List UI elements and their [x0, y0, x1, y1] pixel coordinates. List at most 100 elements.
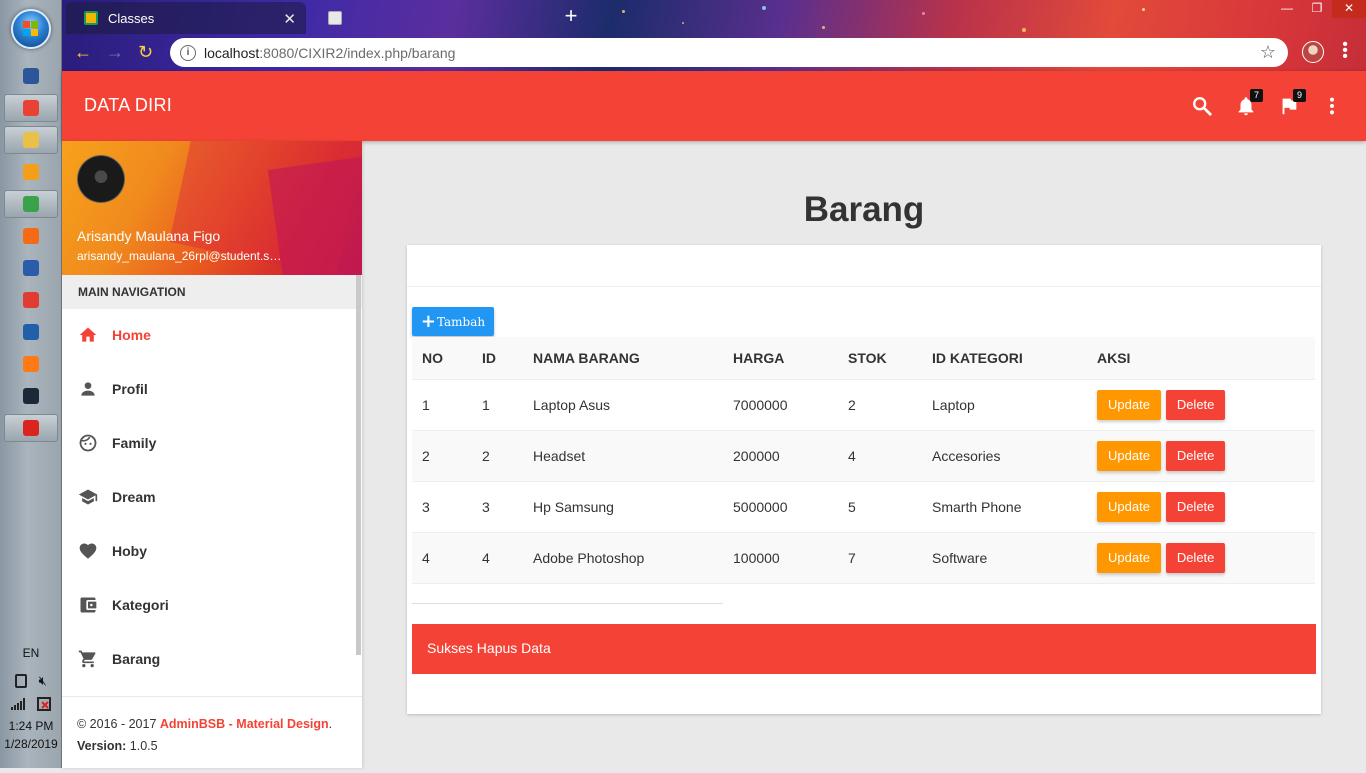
cell-aksi: Update Delete [1087, 430, 1315, 482]
taskbar-pdf-reader-button[interactable] [4, 414, 58, 442]
start-button[interactable] [11, 9, 51, 49]
cell-nama: Laptop Asus [523, 379, 723, 431]
delete-button[interactable]: Delete [1165, 491, 1226, 522]
main-navigation-header: MAIN NAVIGATION [62, 275, 362, 309]
page-title: Barang [803, 190, 925, 229]
chrome-menu-icon[interactable]: • • • [1342, 37, 1348, 65]
steam-icon [23, 388, 39, 404]
home-icon [78, 325, 98, 345]
sidebar-scrollbar[interactable] [356, 275, 361, 655]
sidebar-item-label: Profil [112, 381, 148, 397]
sidebar-item-family[interactable]: Family [62, 416, 356, 470]
react-native-icon [23, 196, 39, 212]
barang-card: + Tambah NO ID NAMA BARANG HARGA STOK ID … [407, 245, 1321, 714]
update-button[interactable]: Update [1097, 389, 1161, 420]
cell-id: 2 [472, 430, 523, 482]
close-tab-icon[interactable]: ✕ [283, 10, 296, 28]
taskbar-steam-button[interactable] [4, 382, 58, 410]
col-harga: HARGA [723, 337, 838, 380]
clock-time[interactable]: 1:24 PM [0, 719, 62, 733]
update-button[interactable]: Update [1097, 491, 1161, 522]
notifications-bell-icon[interactable]: 7 [1235, 89, 1263, 117]
back-arrow-icon[interactable]: ← [74, 42, 92, 62]
minimize-button[interactable]: — [1272, 0, 1302, 18]
tab-classes[interactable]: Classes ✕ [66, 2, 306, 34]
word-icon [23, 68, 39, 84]
graduation-cap-icon [78, 487, 98, 507]
notifications-badge: 7 [1250, 89, 1263, 102]
tray-clipboard-icon[interactable] [15, 674, 28, 688]
sidebar-item-label: Home [112, 327, 151, 343]
add-button[interactable]: + Tambah [412, 307, 494, 336]
cell-stok: 7 [838, 532, 922, 584]
card-divider [407, 286, 1321, 287]
sidebar-item-hoby[interactable]: Hoby [62, 524, 356, 578]
sidebar-item-dream[interactable]: Dream [62, 470, 356, 524]
pdf-reader-icon [23, 420, 39, 436]
cell-harga: 100000 [723, 532, 838, 584]
sidebar-item-label: Barang [112, 651, 161, 667]
cell-id: 4 [472, 532, 523, 584]
cell-no: 1 [412, 379, 472, 431]
action-center-icon[interactable] [36, 697, 51, 714]
taskbar-xampp-button[interactable] [4, 222, 58, 250]
close-window-button[interactable]: ✕ [1332, 0, 1366, 18]
taskbar-file-explorer-button[interactable] [4, 126, 58, 154]
taskbar-git-button[interactable] [4, 286, 58, 314]
new-tab-button[interactable]: + [558, 5, 584, 29]
cell-kategori: Laptop [922, 379, 1087, 431]
taskbar-firefox-button[interactable] [4, 350, 58, 378]
volume-muted-icon[interactable]: 🔇︎ [39, 673, 47, 689]
tab-second[interactable] [310, 2, 548, 34]
cell-stok: 5 [838, 481, 922, 533]
person-icon [78, 379, 98, 399]
network-signal-icon[interactable] [11, 698, 26, 713]
sublime-text-icon [23, 324, 39, 340]
taskbar-word-button[interactable] [4, 62, 58, 90]
forward-arrow-icon[interactable]: → [106, 42, 124, 62]
search-icon[interactable] [1191, 95, 1213, 117]
google-classroom-icon [84, 11, 98, 25]
table-row: 1 1 Laptop Asus 7000000 2 Laptop Update … [412, 379, 1315, 431]
windows-taskbar: EN 🔇︎ 1:24 PM 1/28/2019 [0, 0, 62, 768]
cell-aksi: Update Delete [1087, 379, 1315, 431]
app-brand[interactable]: DATA DIRI [84, 95, 172, 116]
more-vert-icon[interactable] [1321, 95, 1343, 117]
cell-id: 1 [472, 379, 523, 431]
restore-button[interactable]: ❐ [1302, 0, 1332, 18]
sidebar-item-home[interactable]: Home [62, 308, 356, 362]
col-no: NO [412, 337, 472, 380]
update-button[interactable]: Update [1097, 542, 1161, 573]
adminbsb-link[interactable]: AdminBSB - Material Design [160, 717, 329, 731]
taskbar-media-player-button[interactable] [4, 158, 58, 186]
bookmark-star-icon[interactable]: ☆ [1260, 42, 1276, 63]
flag-icon[interactable]: 9 [1278, 89, 1306, 117]
delete-button[interactable]: Delete [1165, 542, 1226, 573]
delete-button[interactable]: Delete [1165, 389, 1226, 420]
site-info-icon[interactable]: i [180, 44, 196, 61]
taskbar-chrome-button[interactable] [4, 94, 58, 122]
tasks-badge: 9 [1293, 89, 1306, 102]
sidebar-item-barang[interactable]: Barang [62, 632, 356, 686]
cell-aksi: Update Delete [1087, 481, 1315, 533]
update-button[interactable]: Update [1097, 440, 1161, 471]
sidebar-item-kategori[interactable]: Kategori [62, 578, 356, 632]
user-avatar[interactable] [77, 155, 125, 203]
cell-kategori: Smarth Phone [922, 481, 1087, 533]
cell-aksi: Update Delete [1087, 532, 1315, 584]
cell-no: 3 [412, 481, 472, 533]
barang-table: NO ID NAMA BARANG HARGA STOK ID KATEGORI… [412, 337, 1315, 584]
cell-harga: 7000000 [723, 379, 838, 431]
face-icon [78, 433, 98, 453]
language-indicator[interactable]: EN [0, 646, 62, 660]
sidebar-item-profil[interactable]: Profil [62, 362, 356, 416]
cell-no: 4 [412, 532, 472, 584]
chrome-profile-avatar[interactable] [1302, 41, 1324, 63]
taskbar-virtualbox-button[interactable] [4, 254, 58, 282]
reload-icon[interactable]: ↻ [138, 42, 153, 62]
clock-date[interactable]: 1/28/2019 [0, 737, 62, 751]
delete-button[interactable]: Delete [1165, 440, 1226, 471]
taskbar-sublime-text-button[interactable] [4, 318, 58, 346]
address-bar[interactable]: i localhost:8080/CIXIR2/index.php/barang… [170, 38, 1288, 67]
taskbar-react-native-button[interactable] [4, 190, 58, 218]
